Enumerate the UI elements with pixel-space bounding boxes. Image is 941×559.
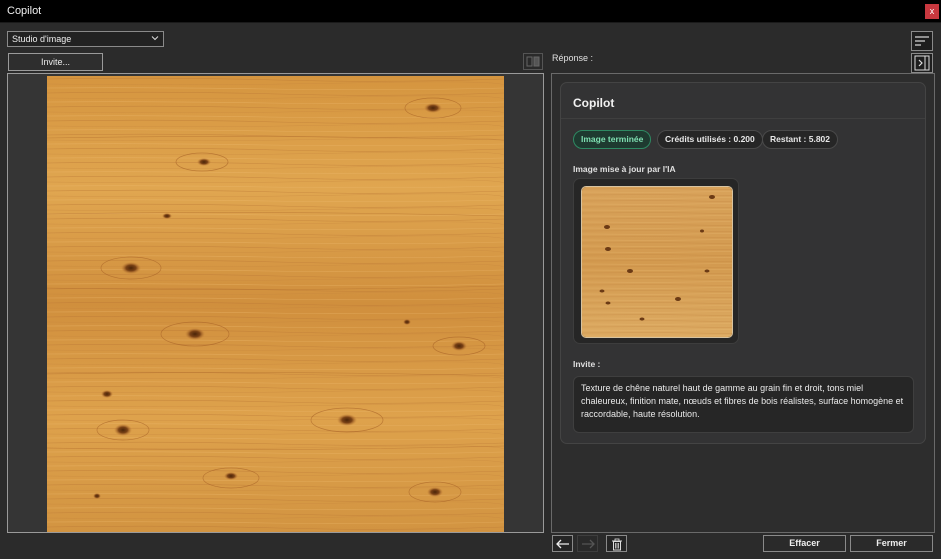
collapse-panel-icon[interactable] [911,53,933,73]
prompt-text: Texture de chêne naturel haut de gamme a… [573,376,914,433]
title-bar: Copilot x [0,0,941,23]
wood-texture-image [47,76,504,532]
response-panel: Copilot Image terminée Crédits utilisés … [551,73,935,533]
split-view-icon[interactable] [523,53,543,70]
clear-button[interactable]: Effacer [763,535,846,552]
card-header [561,83,925,119]
window-title: Copilot [7,5,42,17]
card-title: Copilot [573,96,615,110]
prompt-label: Invite : [573,359,601,369]
window-close-button[interactable]: x [925,4,939,19]
copilot-card: Copilot Image terminée Crédits utilisés … [560,82,926,444]
mode-select-value: Studio d'image [12,34,72,44]
forward-arrow-icon[interactable] [577,535,598,552]
back-arrow-icon[interactable] [552,535,573,552]
chevron-down-icon [150,33,160,43]
status-badge: Image terminée [573,130,652,149]
invite-button[interactable]: Invite... [8,53,103,71]
ai-image-thumbnail[interactable] [581,186,733,338]
response-label: Réponse : [552,53,594,63]
ai-image-label: Image mise à jour par l'IA [573,164,676,174]
trash-icon[interactable] [606,535,627,552]
image-canvas[interactable] [7,73,544,533]
sort-icon[interactable] [911,31,933,51]
thumbnail-frame [573,178,739,344]
thumbnail-wood-texture [582,187,732,337]
credits-used-badge: Crédits utilisés : 0.200 [657,130,763,149]
close-button[interactable]: Fermer [850,535,933,552]
mode-select[interactable]: Studio d'image [7,31,164,47]
credits-remaining-badge: Restant : 5.802 [762,130,838,149]
